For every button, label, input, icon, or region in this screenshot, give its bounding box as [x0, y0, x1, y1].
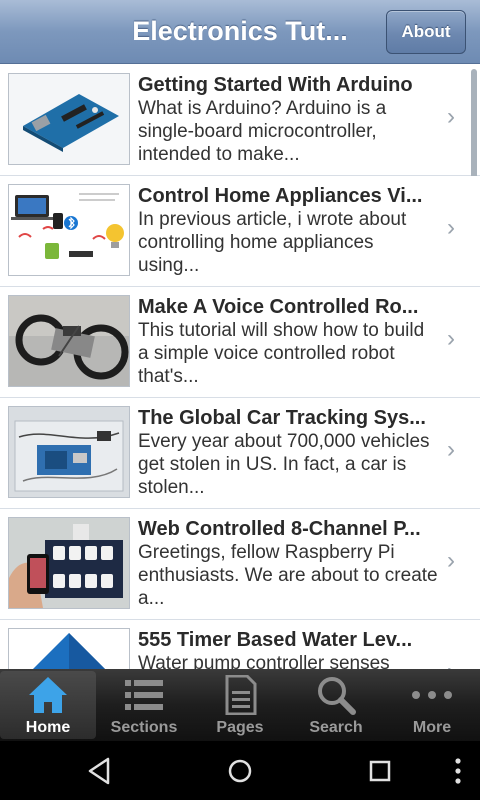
- article-title: Control Home Appliances Vi...: [138, 185, 423, 207]
- tab-label: Home: [25, 719, 71, 736]
- article-title: The Global Car Tracking Sys...: [138, 407, 426, 429]
- tab-more[interactable]: More: [384, 671, 480, 739]
- chevron-right-icon: ›: [447, 547, 455, 574]
- chevron-right-icon: ›: [447, 660, 463, 670]
- more-icon: [412, 691, 452, 699]
- article-description: Greetings, fellow Raspberry Pi enthusias…: [138, 542, 438, 609]
- recents-icon[interactable]: [362, 753, 398, 789]
- list-item[interactable]: Control Home Appliances Vi... In previou…: [0, 176, 480, 287]
- tab-home[interactable]: Home: [0, 671, 96, 739]
- water-tank-image: [8, 628, 130, 669]
- list-item[interactable]: Web Controlled 8-Channel P... Greetings,…: [0, 509, 480, 620]
- chevron-right-icon: ›: [447, 214, 455, 241]
- tab-label: Pages: [216, 719, 264, 736]
- list-item[interactable]: 555 Timer Based Water Lev... Water pump …: [0, 620, 480, 669]
- robot-image: [8, 295, 130, 387]
- system-navigation-bar: [0, 741, 480, 800]
- article-title: Getting Started With Arduino: [138, 74, 413, 96]
- list-item[interactable]: Getting Started With Arduino What is Ard…: [0, 65, 480, 393]
- home-icon: [29, 677, 67, 713]
- tab-label: Search: [309, 719, 363, 736]
- tab-search[interactable]: Search: [288, 671, 384, 739]
- article-description: This tutorial will show how to build a s…: [138, 320, 425, 387]
- tab-label: More: [412, 719, 452, 736]
- car-tracker-circuit-image: [8, 406, 130, 498]
- search-icon: [318, 677, 356, 715]
- article-list[interactable]: Getting Started With Arduino What is Ard…: [0, 65, 480, 669]
- document-icon: [225, 675, 257, 715]
- power-strip-image: [8, 517, 130, 609]
- about-button[interactable]: About: [386, 10, 466, 54]
- overflow-menu-icon[interactable]: [440, 753, 476, 789]
- tab-sections[interactable]: Sections: [96, 671, 192, 739]
- article-title: 555 Timer Based Water Lev...: [138, 629, 413, 651]
- home-circle-icon[interactable]: [222, 753, 258, 789]
- list-item[interactable]: Make A Voice Controlled Ro... This tutor…: [0, 287, 480, 398]
- article-description: What is Arduino? Arduino is a single-boa…: [138, 98, 387, 165]
- article-description: Every year about 700,000 vehicles get st…: [138, 431, 430, 498]
- list-icon: [125, 680, 163, 710]
- chevron-right-icon: ›: [447, 436, 455, 463]
- article-description: Water pump controller senses: [138, 653, 390, 669]
- article-title: Web Controlled 8-Channel P...: [138, 518, 421, 540]
- back-icon[interactable]: [82, 753, 118, 789]
- app-header: Electronics Tut... About: [0, 0, 480, 64]
- article-description: In previous article, i wrote about contr…: [138, 209, 407, 276]
- chevron-right-icon: ›: [447, 325, 455, 352]
- article-title: Make A Voice Controlled Ro...: [138, 296, 419, 318]
- tab-pages[interactable]: Pages: [192, 671, 288, 739]
- bottom-tab-bar: Home Sections Pages Search More: [0, 669, 480, 741]
- home-appliances-diagram-image: [8, 184, 130, 276]
- chevron-right-icon: ›: [447, 103, 455, 130]
- arduino-board-image: [8, 73, 130, 165]
- tab-label: Sections: [110, 719, 178, 736]
- list-item[interactable]: The Global Car Tracking Sys... Every yea…: [0, 398, 480, 509]
